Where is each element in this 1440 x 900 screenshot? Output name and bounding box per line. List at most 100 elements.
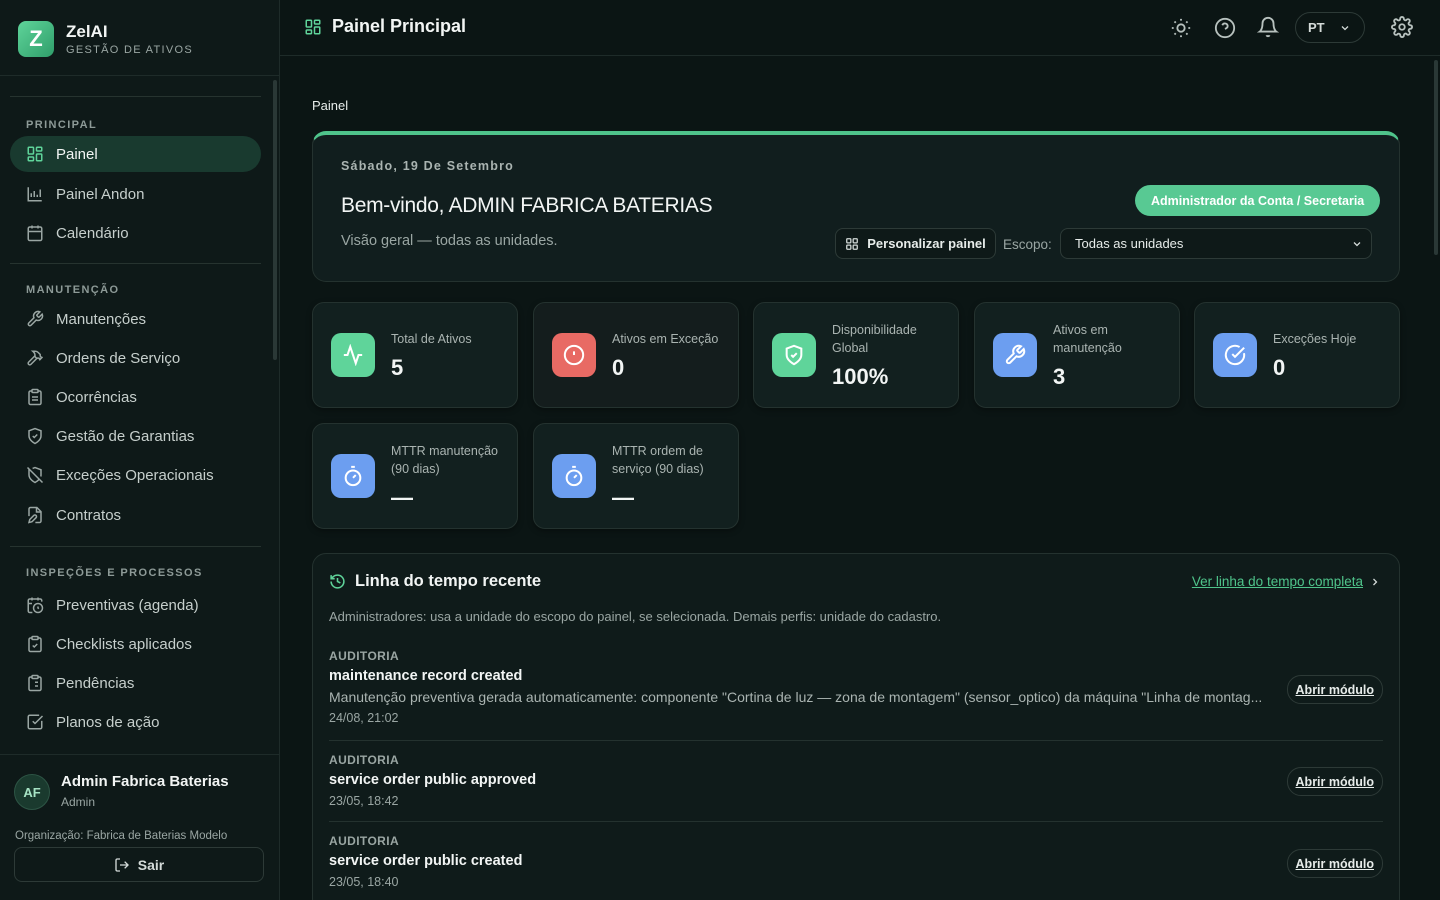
welcome-subtitle: Visão geral — todas as unidades. <box>341 233 558 249</box>
timeline-description: Administradores: usa a unidade do escopo… <box>329 609 942 624</box>
kpi-icon-box <box>1213 333 1257 377</box>
timeline-item-time: 23/05, 18:40 <box>329 875 399 889</box>
welcome-title: Bem-vindo, ADMIN FABRICA BATERIAS <box>341 194 713 217</box>
sidebar-item-label: Planos de ação <box>56 713 160 731</box>
kpi-icon-box <box>331 454 375 498</box>
sidebar-item-planos-acao[interactable]: Planos de ação <box>10 704 261 740</box>
sidebar-item-garantias[interactable]: Gestão de Garantias <box>10 418 261 454</box>
main-scrollbar[interactable] <box>1434 60 1438 255</box>
customize-label: Personalizar painel <box>867 236 986 251</box>
sun-icon[interactable] <box>1170 17 1192 39</box>
calendar-clock-icon <box>27 597 44 614</box>
kpi-value: 3 <box>1053 364 1066 389</box>
kpi-label: MTTR manutenção (90 dias) <box>391 444 498 476</box>
timeline-item-title: maintenance record created <box>329 668 523 684</box>
brand[interactable]: Z ZelAI GESTÃO DE ATIVOS <box>18 21 193 57</box>
user-role: Admin <box>61 795 96 809</box>
sidebar-item-label: Painel Andon <box>56 185 145 203</box>
kpi-label: Disponibilidade Global <box>832 323 917 355</box>
sidebar-item-ordens-servico[interactable]: Ordens de Serviço <box>10 340 261 376</box>
language-value: PT <box>1308 20 1325 35</box>
timer-icon <box>344 465 362 487</box>
checkbox-icon <box>27 714 44 730</box>
logout-button[interactable]: Sair <box>14 847 264 882</box>
nav-section-inspecoes: INSPEÇÕES E PROCESSOS <box>26 567 203 579</box>
page-title: Painel Principal <box>304 16 466 37</box>
sidebar-item-contratos[interactable]: Contratos <box>10 497 261 533</box>
current-date: Sábado, 19 De Setembro <box>341 159 514 173</box>
kpi-card-ativos-manutencao[interactable]: Ativos em manutenção 3 <box>974 302 1180 408</box>
clipboard-icon <box>28 388 42 406</box>
sidebar-item-label: Manutenções <box>56 310 147 328</box>
kpi-label: Total de Ativos <box>391 332 472 346</box>
logout-icon <box>115 857 129 872</box>
andon-chart-icon <box>27 187 42 202</box>
sidebar-nav: PRINCIPAL Painel Painel Andon Calendário… <box>10 96 261 740</box>
sidebar-item-pendencias[interactable]: Pendências <box>10 665 261 701</box>
kpi-card-mttr-manutencao[interactable]: MTTR manutenção (90 dias) — <box>312 423 518 529</box>
kpi-value: 5 <box>391 355 404 380</box>
sidebar-item-label: Pendências <box>56 674 135 692</box>
nav-section-principal: PRINCIPAL <box>26 119 98 131</box>
chevron-right-icon <box>1373 578 1378 585</box>
alert-circle-icon <box>563 344 585 366</box>
view-full-timeline-link[interactable]: Ver linha do tempo completa <box>1192 574 1381 589</box>
kpi-label: Exceções Hoje <box>1273 332 1357 346</box>
check-circle-icon <box>1224 344 1246 366</box>
sidebar-item-label: Preventivas (agenda) <box>56 596 199 614</box>
clipboard-check-icon <box>28 635 42 653</box>
sidebar-item-excecoes[interactable]: Exceções Operacionais <box>10 457 261 493</box>
shield-check-icon <box>28 427 42 445</box>
timeline-category: AUDITORIA <box>329 753 400 767</box>
timeline-category: AUDITORIA <box>329 834 400 848</box>
sidebar-item-manutencoes[interactable]: Manutenções <box>10 301 261 337</box>
user-block: AF Admin Fabrica Baterias Admin Organiza… <box>0 754 279 900</box>
kpi-card-excecoes-hoje[interactable]: Exceções Hoje 0 <box>1194 302 1400 408</box>
kpi-label: MTTR ordem de serviço (90 dias) <box>612 444 704 476</box>
bell-icon[interactable] <box>1257 16 1279 38</box>
sidebar-item-painel[interactable]: Painel <box>10 136 261 172</box>
sidebar-scrollbar[interactable] <box>273 80 277 360</box>
wrench-icon <box>1005 344 1026 365</box>
sidebar-item-calendario[interactable]: Calendário <box>10 215 261 251</box>
help-icon[interactable] <box>1214 17 1236 39</box>
dashboard-icon <box>27 146 43 162</box>
brand-logo: Z <box>18 21 54 57</box>
timeline-item-time: 24/08, 21:02 <box>329 711 399 725</box>
kpi-card-ativos-excecao[interactable]: Ativos em Exceção 0 <box>533 302 739 408</box>
sidebar-item-painel-andon[interactable]: Painel Andon <box>10 176 261 212</box>
timeline-item: AUDITORIA service order public approved … <box>329 753 1383 822</box>
open-module-button[interactable]: Abrir módulo <box>1286 849 1383 878</box>
dashboard-icon <box>305 19 321 34</box>
sidebar-item-checklists[interactable]: Checklists aplicados <box>10 626 261 662</box>
sidebar-item-label: Calendário <box>56 224 129 242</box>
kpi-value: 0 <box>1273 355 1286 380</box>
customize-dashboard-button[interactable]: Personalizar painel <box>835 228 996 259</box>
kpi-card-total-ativos[interactable]: Total de Ativos 5 <box>312 302 518 408</box>
timeline-item-time: 23/05, 18:42 <box>329 794 399 808</box>
recent-timeline: Linha do tempo recente Ver linha do temp… <box>312 553 1400 900</box>
page-title-text: Painel Principal <box>332 16 467 36</box>
sidebar-item-ocorrencias[interactable]: Ocorrências <box>10 379 261 415</box>
gear-icon[interactable] <box>1391 16 1413 38</box>
sidebar-item-label: Exceções Operacionais <box>56 466 214 484</box>
open-module-button[interactable]: Abrir módulo <box>1286 675 1383 704</box>
dashboard-icon <box>846 237 859 250</box>
language-select[interactable]: PT <box>1295 12 1365 43</box>
file-edit-icon <box>27 506 42 524</box>
timeline-title-text: Linha do tempo recente <box>355 572 542 590</box>
kpi-icon-box <box>552 333 596 377</box>
kpi-label: Ativos em Exceção <box>612 332 719 346</box>
sidebar-item-preventivas[interactable]: Preventivas (agenda) <box>10 587 261 623</box>
sidebar-item-label: Painel <box>56 145 98 163</box>
kpi-value: — <box>391 485 413 510</box>
scope-value: Todas as unidades <box>1075 236 1184 251</box>
divider <box>0 75 279 76</box>
scope-select[interactable]: Todas as unidades <box>1060 228 1372 259</box>
avatar[interactable]: AF <box>14 774 50 810</box>
kpi-card-mttr-ordem-servico[interactable]: MTTR ordem de serviço (90 dias) — <box>533 423 739 529</box>
open-module-button[interactable]: Abrir módulo <box>1286 767 1383 796</box>
welcome-card: Sábado, 19 De Setembro Bem-vindo, ADMIN … <box>312 131 1400 282</box>
chevron-down-icon <box>1341 25 1349 30</box>
kpi-card-disponibilidade[interactable]: Disponibilidade Global 100% <box>753 302 959 408</box>
